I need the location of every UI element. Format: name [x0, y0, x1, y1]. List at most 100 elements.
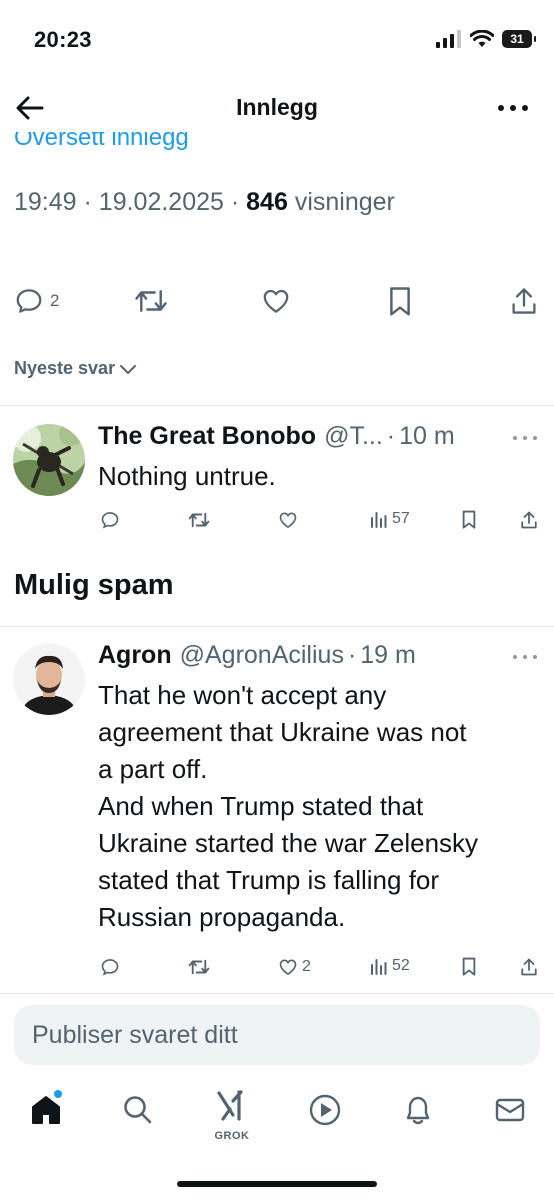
share-button[interactable]	[520, 957, 538, 977]
reply-actions: 2 52	[0, 957, 554, 983]
reply-icon	[16, 289, 42, 313]
battery-level: 31	[510, 32, 524, 46]
reply-button[interactable]: 2	[14, 286, 59, 316]
post-views-count[interactable]: 846	[246, 188, 288, 216]
user-avatar-image	[13, 643, 85, 715]
reply-item[interactable]: Agron @AgronAcilius · 19 m That he won't…	[0, 641, 554, 981]
translate-post-label: Oversett innlegg	[14, 132, 189, 151]
heart-icon	[279, 512, 297, 529]
repost-icon	[188, 512, 210, 528]
reply-icon	[101, 959, 119, 976]
reply-header: The Great Bonobo @T... · 10 m	[98, 422, 494, 451]
views-button[interactable]: 57	[370, 510, 410, 528]
bonobo-avatar-image	[13, 424, 85, 496]
tab-notifications[interactable]	[398, 1090, 438, 1130]
status-time: 20:23	[34, 27, 92, 52]
bookmark-button[interactable]	[460, 510, 478, 530]
share-icon	[521, 958, 537, 976]
heart-icon	[279, 959, 297, 976]
reply-input[interactable]	[14, 1005, 540, 1065]
share-icon	[521, 511, 537, 529]
share-button[interactable]	[520, 510, 538, 530]
tab-messages[interactable]	[490, 1090, 530, 1130]
bookmark-icon	[462, 510, 476, 529]
like-button[interactable]	[261, 286, 291, 316]
translate-post-link[interactable]: Oversett innlegg	[14, 132, 189, 156]
sort-label: Nyeste svar	[14, 358, 116, 378]
repost-button[interactable]	[188, 957, 210, 977]
tab-grok[interactable]: GROK	[212, 1086, 252, 1142]
like-button[interactable]: 2	[278, 957, 311, 977]
post-meta: 19:49 · 19.02.2025 · 846 visninger	[14, 188, 395, 217]
post-date: 19.02.2025	[98, 188, 224, 216]
bookmark-icon	[390, 287, 410, 316]
reply-button[interactable]	[100, 957, 120, 977]
repost-icon	[188, 959, 210, 975]
like-button[interactable]	[278, 510, 298, 530]
status-icons: 31	[436, 30, 536, 48]
reply-time: 10 m	[399, 422, 455, 450]
share-button[interactable]	[510, 286, 538, 316]
reply-more-icon[interactable]	[510, 428, 540, 448]
spam-section-title: Mulig spam	[14, 569, 174, 601]
search-icon	[124, 1096, 152, 1124]
repost-button[interactable]	[134, 286, 168, 316]
reply-icon	[101, 512, 119, 529]
home-icon	[32, 1096, 60, 1124]
page-title: Innlegg	[236, 94, 318, 120]
reply-author-name[interactable]: Agron	[98, 641, 172, 670]
home-indicator	[177, 1181, 377, 1187]
analytics-icon	[371, 959, 387, 975]
reply-author-handle[interactable]: @AgronAcilius	[180, 641, 344, 670]
reply-sort-dropdown[interactable]: Nyeste svar	[14, 358, 137, 379]
tab-video[interactable]	[305, 1090, 345, 1130]
divider	[0, 405, 554, 406]
reply-item[interactable]: The Great Bonobo @T... · 10 m Nothing un…	[0, 422, 554, 542]
divider	[0, 993, 554, 994]
header-separator: ·	[386, 422, 396, 450]
like-count: 2	[302, 958, 311, 975]
tab-home[interactable]	[26, 1090, 66, 1130]
grok-label: GROK	[214, 1130, 250, 1142]
reply-text: That he won't accept any agreement that …	[98, 680, 479, 932]
header-separator: ·	[347, 641, 357, 669]
bookmark-button[interactable]	[386, 286, 414, 318]
reply-header: Agron @AgronAcilius · 19 m	[98, 641, 494, 670]
analytics-icon	[371, 512, 387, 528]
bookmark-button[interactable]	[460, 957, 478, 977]
heart-icon	[263, 289, 289, 313]
reply-composer[interactable]	[14, 1005, 540, 1065]
reply-more-icon[interactable]	[510, 647, 540, 667]
meta-separator: ·	[83, 188, 92, 216]
reply-author-handle[interactable]: @T...	[324, 422, 383, 451]
post-views-label: visninger	[294, 188, 395, 216]
reply-actions: 57	[0, 510, 554, 536]
more-options-icon[interactable]	[496, 94, 530, 122]
views-button[interactable]: 52	[370, 957, 410, 975]
views-count: 52	[392, 957, 410, 974]
status-bar: 20:23 31	[0, 0, 554, 80]
post-time: 19:49	[14, 188, 77, 216]
post-actions: 2	[0, 282, 554, 322]
divider	[0, 626, 554, 627]
meta-separator: ·	[230, 188, 240, 216]
reply-button[interactable]	[100, 510, 120, 530]
notification-dot	[54, 1090, 62, 1098]
bottom-tab-bar: GROK	[0, 1080, 554, 1150]
chevron-down-icon	[120, 364, 137, 374]
repost-button[interactable]	[188, 510, 210, 530]
battery-icon: 31	[502, 30, 536, 48]
top-navigation: Innlegg	[0, 84, 554, 132]
bell-icon	[406, 1096, 430, 1125]
avatar[interactable]	[13, 643, 85, 715]
reply-text: Nothing untrue.	[98, 461, 276, 491]
repost-icon	[135, 290, 167, 312]
reply-author-name[interactable]: The Great Bonobo	[98, 422, 316, 451]
play-circle-icon	[309, 1094, 341, 1126]
grok-icon	[217, 1090, 243, 1121]
avatar[interactable]	[13, 424, 85, 496]
wifi-icon	[470, 30, 494, 47]
tab-search[interactable]	[118, 1090, 158, 1130]
share-icon	[512, 288, 536, 314]
bookmark-icon	[462, 957, 476, 976]
